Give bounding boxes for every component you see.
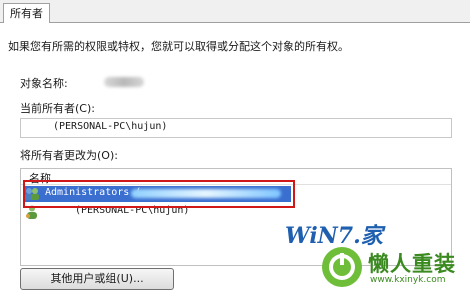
object-name-value-redacted (104, 77, 144, 87)
current-owner-field: (PERSONAL-PC\hujun) (20, 118, 452, 138)
current-owner-value: (PERSONAL-PC\hujun) (53, 121, 168, 132)
change-owner-label: 将所有者更改为(O): (20, 149, 118, 162)
watermark-url: www.kxinyk.com (370, 275, 446, 285)
tab-bar: 所有者 (0, 0, 470, 23)
object-name-label: 对象名称: (20, 77, 68, 90)
current-owner-label: 当前所有者(C): (20, 102, 95, 115)
tab-owner[interactable]: 所有者 (3, 3, 50, 23)
highlight-annotation (23, 180, 295, 208)
watermark-slogan: 懒人重装 (368, 252, 456, 276)
power-logo-icon (322, 247, 362, 287)
other-users-button[interactable]: 其他用户或组(U)... (20, 268, 174, 290)
intro-text: 如果您有所需的权限或特权，您就可以取得或分配这个对象的所有权。 (8, 40, 349, 53)
